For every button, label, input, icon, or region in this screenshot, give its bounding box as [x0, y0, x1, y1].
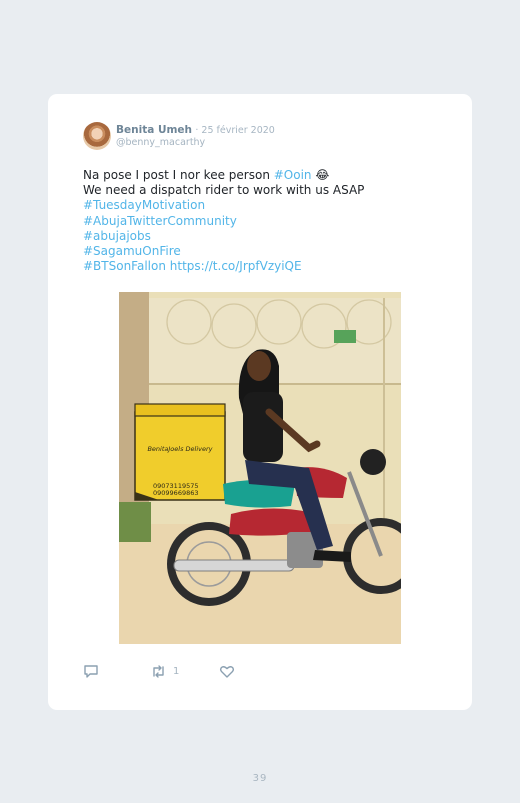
retweet-button[interactable]: 1 [150, 664, 179, 679]
hashtag-ooin[interactable]: #Ooin [274, 168, 312, 182]
hashtag-tuesdaymotivation[interactable]: #TuesdayMotivation [83, 198, 453, 213]
tweet-actions: 1 [83, 664, 283, 686]
author-name[interactable]: Benita Umeh [116, 124, 192, 136]
tweet-line-1: Na pose I post I nor kee person #Ooin 😂 [83, 168, 453, 183]
photo-illustration: BenitaJoels Delivery 09073119575 0909966… [119, 292, 401, 644]
tweet-card: Benita Umeh · 25 février 2020 @benny_mac… [48, 94, 472, 710]
page-number: 39 [252, 773, 268, 784]
avatar[interactable] [83, 122, 111, 150]
retweet-count: 1 [173, 666, 180, 677]
like-button[interactable] [219, 664, 235, 679]
tweet-line-last: #BTSonFallon https://t.co/JrpfVzyiQE [83, 259, 453, 274]
hashtag-btsonfallon[interactable]: #BTSonFallon [83, 259, 166, 273]
hashtag-abujatwittercommunity[interactable]: #AbujaTwitterCommunity [83, 214, 453, 229]
tweet-date[interactable]: · 25 février 2020 [195, 125, 274, 136]
tweet-line-1-text: Na pose I post I nor kee person [83, 168, 274, 182]
author-handle[interactable]: @benny_macarthy [116, 137, 205, 148]
author-row: Benita Umeh · 25 février 2020 [116, 124, 275, 136]
laughing-emoji: 😂 [315, 168, 330, 182]
hashtag-sagamuonfire[interactable]: #SagamuOnFire [83, 244, 453, 259]
reply-icon [84, 665, 98, 678]
retweet-icon [153, 665, 164, 678]
box-brand-text: BenitaJoels Delivery [147, 445, 212, 453]
tweet-text: Na pose I post I nor kee person #Ooin 😂 … [83, 168, 453, 274]
box-phone-2: 09099669863 [153, 489, 199, 497]
hashtag-abujajobs[interactable]: #abujajobs [83, 229, 453, 244]
tweet-line-2: We need a dispatch rider to work with us… [83, 183, 365, 198]
tweet-url[interactable]: https://t.co/JrpfVzyiQE [170, 259, 302, 273]
tweet-photo[interactable]: BenitaJoels Delivery 09073119575 0909966… [119, 292, 401, 644]
reply-button[interactable] [83, 664, 99, 679]
heart-icon [219, 666, 235, 678]
